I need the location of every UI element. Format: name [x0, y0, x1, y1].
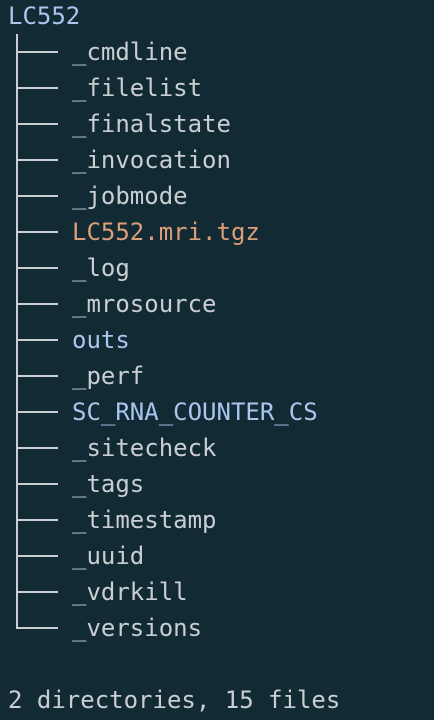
tree-horizontal-line	[16, 303, 58, 305]
tree-branch-connector	[16, 34, 58, 70]
tree-branch-connector	[16, 394, 58, 430]
file-name: _finalstate	[72, 110, 231, 138]
tree-entry: _invocation	[0, 142, 434, 178]
tree-branch-connector	[16, 574, 58, 610]
tree-entry: _versions	[0, 610, 434, 646]
tree-entry: _perf	[0, 358, 434, 394]
tree-horizontal-line	[16, 87, 58, 89]
file-name: _perf	[72, 362, 145, 390]
tree-horizontal-line	[16, 159, 58, 161]
tree-branch-connector	[16, 610, 58, 646]
tree-branch-connector	[16, 250, 58, 286]
tree-entry: _tags	[0, 466, 434, 502]
tree-branch-connector	[16, 430, 58, 466]
tree-horizontal-line	[16, 195, 58, 197]
tree-horizontal-line	[16, 267, 58, 269]
tree-branch-connector	[16, 178, 58, 214]
file-name: _filelist	[72, 74, 203, 102]
tree-entry: _jobmode	[0, 178, 434, 214]
root-directory-name: LC552	[8, 2, 81, 30]
tree-entry: _vdrkill	[0, 574, 434, 610]
tree-branch-connector	[16, 286, 58, 322]
tree-entry: LC552.mri.tgz	[0, 214, 434, 250]
file-name: _invocation	[72, 146, 231, 174]
tree-horizontal-line	[16, 591, 58, 593]
tree-horizontal-line	[16, 627, 58, 629]
tree-branch-connector	[16, 70, 58, 106]
file-name: _tags	[72, 470, 145, 498]
tree-entry: _cmdline	[0, 34, 434, 70]
file-name: _log	[72, 254, 130, 282]
tree-horizontal-line	[16, 123, 58, 125]
tree-entry: _filelist	[0, 70, 434, 106]
tree-entry: outs	[0, 322, 434, 358]
tree-branch-connector	[16, 322, 58, 358]
tree-entry: _timestamp	[0, 502, 434, 538]
tree-horizontal-line	[16, 339, 58, 341]
tree-entry: SC_RNA_COUNTER_CS	[0, 394, 434, 430]
file-name: _versions	[72, 614, 203, 642]
tree-branch-connector	[16, 502, 58, 538]
tree-horizontal-line	[16, 51, 58, 53]
tree-horizontal-line	[16, 555, 58, 557]
file-name: _sitecheck	[72, 434, 217, 462]
tree-horizontal-line	[16, 483, 58, 485]
file-name: _jobmode	[72, 182, 188, 210]
directory-name: SC_RNA_COUNTER_CS	[72, 398, 318, 426]
archive-file-name: LC552.mri.tgz	[72, 218, 260, 246]
tree-branch-connector	[16, 358, 58, 394]
tree-branch-connector	[16, 538, 58, 574]
tree-entry: _uuid	[0, 538, 434, 574]
tree-horizontal-line	[16, 519, 58, 521]
tree-entry: _finalstate	[0, 106, 434, 142]
file-name: _cmdline	[72, 38, 188, 66]
file-name: _mrosource	[72, 290, 217, 318]
tree-entry: _sitecheck	[0, 430, 434, 466]
tree-horizontal-line	[16, 447, 58, 449]
file-name: _vdrkill	[72, 578, 188, 606]
file-name: _timestamp	[72, 506, 217, 534]
terminal-window: LC552 _cmdline _filelist _finalstate _invoc…	[0, 0, 434, 720]
tree-branch-connector	[16, 466, 58, 502]
tree-summary: 2 directories, 15 files	[8, 686, 341, 714]
tree-horizontal-line	[16, 411, 58, 413]
file-name: _uuid	[72, 542, 145, 570]
tree-horizontal-line	[16, 375, 58, 377]
tree-branch-connector	[16, 106, 58, 142]
tree-branch-connector	[16, 214, 58, 250]
tree-entry: _mrosource	[0, 286, 434, 322]
tree-horizontal-line	[16, 231, 58, 233]
tree-branch-connector	[16, 142, 58, 178]
tree-entry: _log	[0, 250, 434, 286]
directory-name: outs	[72, 326, 130, 354]
